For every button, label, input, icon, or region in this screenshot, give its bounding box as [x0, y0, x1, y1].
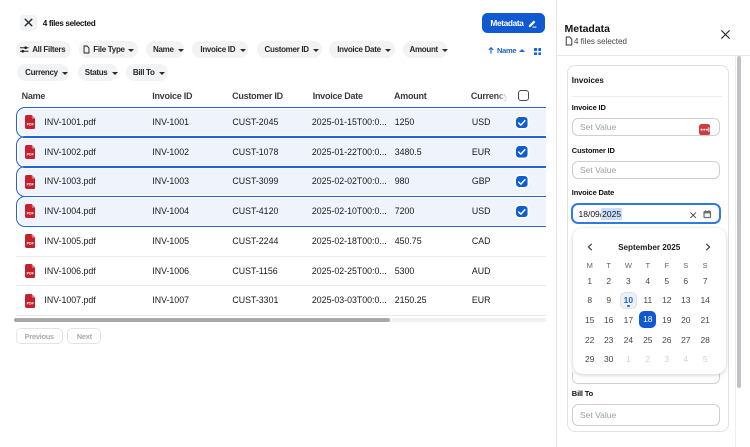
- svg-text:PDF: PDF: [26, 182, 34, 186]
- svg-text:PDF: PDF: [26, 241, 34, 245]
- svg-text:PDF: PDF: [26, 212, 34, 216]
- svg-text:PDF: PDF: [26, 152, 34, 156]
- svg-text:PDF: PDF: [26, 123, 34, 127]
- svg-text:PDF: PDF: [26, 271, 34, 275]
- svg-text:PDF: PDF: [26, 301, 34, 305]
